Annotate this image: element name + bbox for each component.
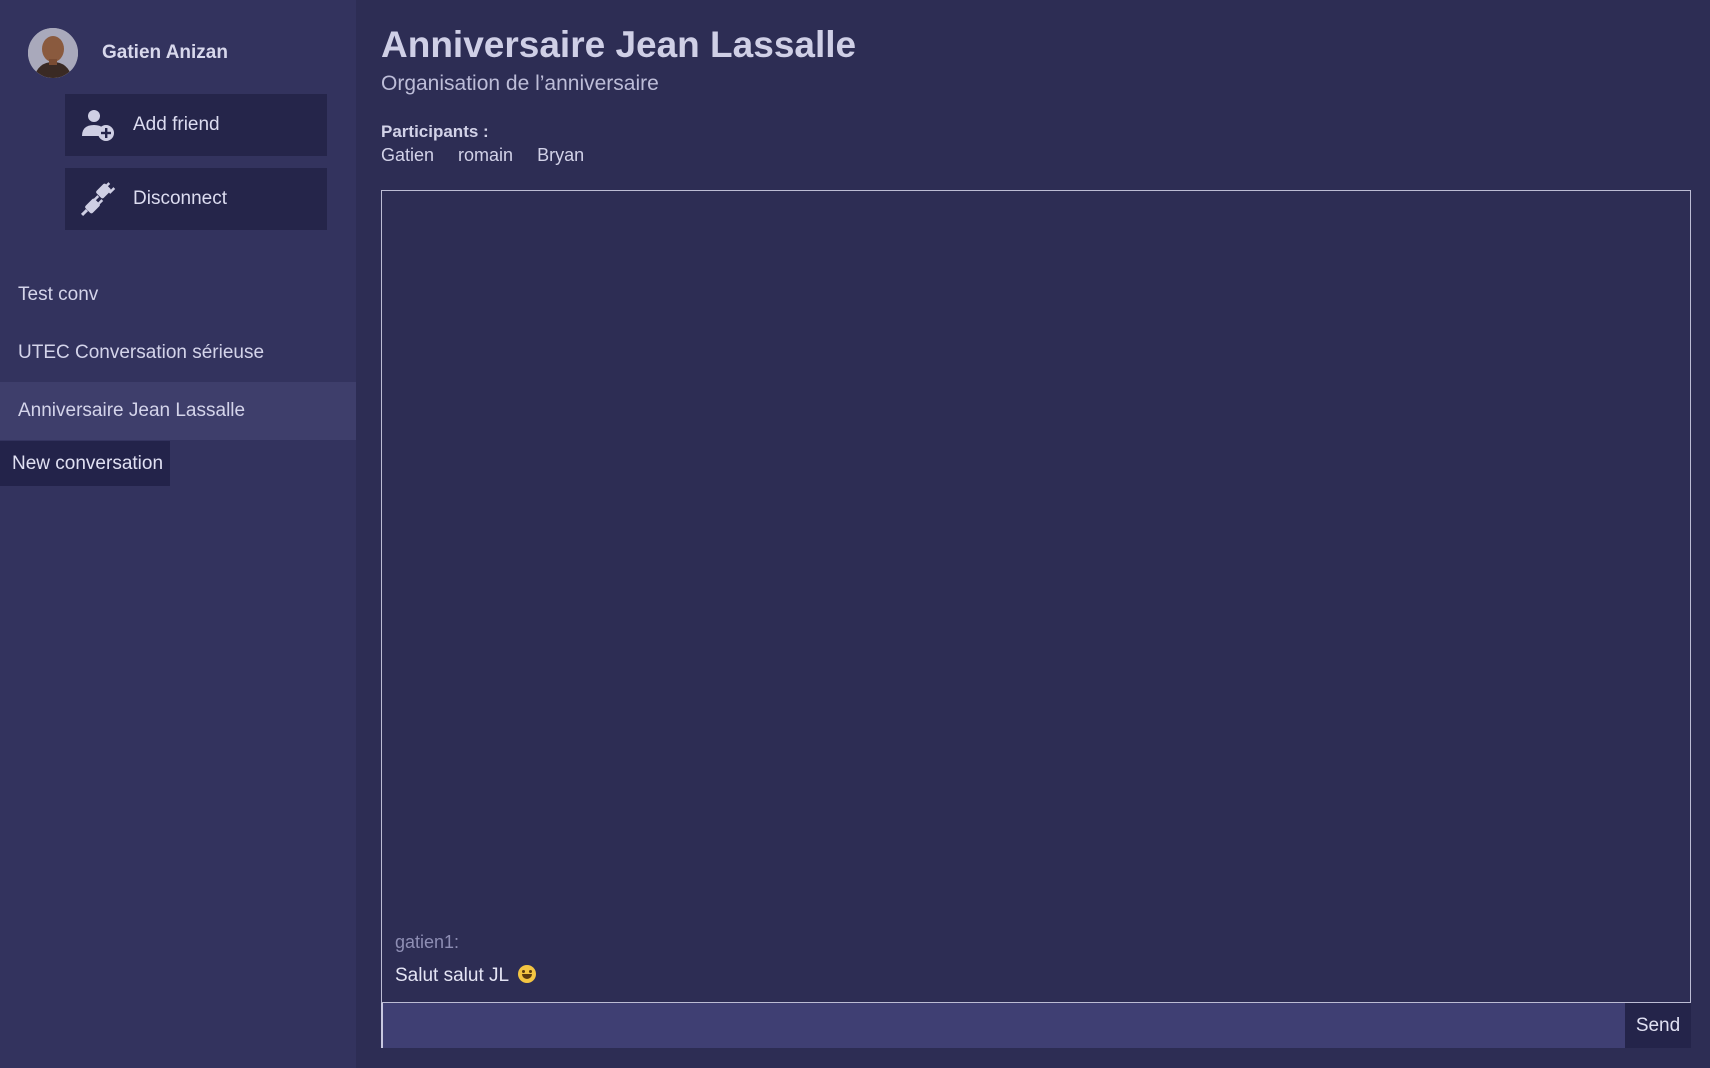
participants-label: Participants : xyxy=(381,122,489,141)
participant: romain xyxy=(458,145,514,165)
user-name: Gatien Anizan xyxy=(102,42,228,63)
add-friend-button[interactable]: Add friend xyxy=(65,94,327,156)
unplug-icon xyxy=(79,180,117,218)
composer: Send xyxy=(381,1003,1691,1048)
message-author: gatien1: xyxy=(395,932,460,952)
chat-app: Gatien Anizan Add friend Disconnect Test… xyxy=(0,0,1710,1068)
conversation-item-test-conv[interactable]: Test conv xyxy=(0,266,356,324)
conversation-title: Anniversaire Jean Lassalle xyxy=(381,24,857,65)
add-friend-label: Add friend xyxy=(133,114,220,135)
sidebar: Gatien Anizan Add friend Disconnect Test… xyxy=(0,0,356,1068)
grinning-sweat-emoji-icon xyxy=(517,965,536,983)
participant: Bryan xyxy=(537,145,585,165)
message-input[interactable] xyxy=(381,1003,1625,1048)
participant: Gatien xyxy=(381,145,435,165)
message-text: Salut salut JL xyxy=(395,965,509,986)
conversation-subtitle: Organisation de l’anniversaire xyxy=(381,72,659,95)
conversation-item-utec[interactable]: UTEC Conversation sérieuse xyxy=(0,324,356,382)
message-area[interactable]: gatien1: Salut salut JL xyxy=(381,190,1691,1003)
user-profile: Gatien Anizan xyxy=(28,28,228,78)
conversation-item-anniversaire[interactable]: Anniversaire Jean Lassalle xyxy=(0,382,356,440)
add-user-icon xyxy=(79,106,117,144)
disconnect-label: Disconnect xyxy=(133,188,227,209)
new-conversation-button[interactable]: New conversation xyxy=(0,441,170,486)
avatar xyxy=(28,28,78,78)
participants-list: Gatien romain Bryan xyxy=(381,145,608,166)
disconnect-button[interactable]: Disconnect xyxy=(65,168,327,230)
send-button[interactable]: Send xyxy=(1625,1003,1691,1048)
message-body: Salut salut JL xyxy=(395,965,536,987)
conversation-panel: Anniversaire Jean Lassalle Organisation … xyxy=(356,0,1710,1068)
conversation-list: Test conv UTEC Conversation sérieuse Ann… xyxy=(0,266,356,440)
